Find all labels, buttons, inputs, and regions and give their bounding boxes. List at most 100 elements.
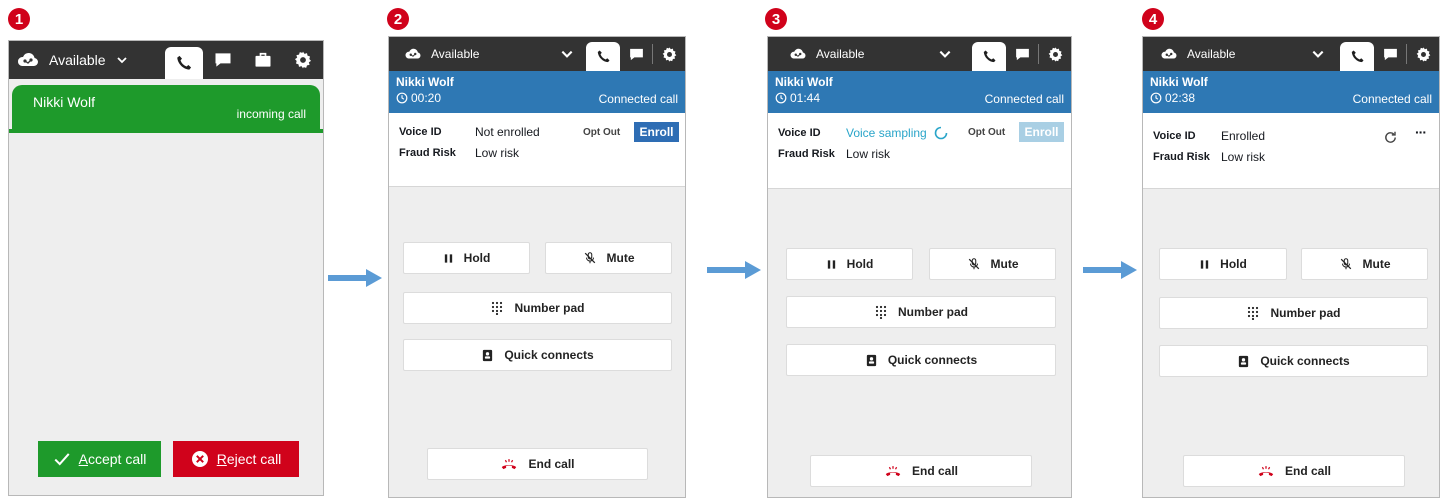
- more-icon[interactable]: ···: [1415, 124, 1427, 140]
- number-pad-button[interactable]: Number pad: [1159, 297, 1428, 329]
- phone-icon: [981, 48, 998, 65]
- contact-name: Nikki Wolf: [775, 75, 833, 89]
- chevron-down-icon: [560, 47, 574, 61]
- tab-chat[interactable]: [203, 41, 243, 79]
- tab-chat[interactable]: [1006, 37, 1038, 71]
- hold-label: Hold: [846, 257, 874, 271]
- hold-label: Hold: [1220, 257, 1247, 271]
- end-call-label: End call: [911, 464, 958, 478]
- incoming-call-bar[interactable]: Nikki Wolf incoming call: [9, 85, 323, 171]
- ccp-topbar: Available: [1143, 37, 1439, 71]
- tab-chat[interactable]: [1374, 37, 1406, 71]
- mute-label: Mute: [990, 257, 1019, 271]
- enroll-button[interactable]: Enroll: [634, 122, 679, 142]
- chat-icon: [628, 46, 645, 63]
- tab-phone[interactable]: [1340, 42, 1374, 71]
- quick-connects-button[interactable]: Quick connects: [786, 344, 1056, 376]
- cloud-status-icon: [403, 45, 423, 63]
- status-selector[interactable]: Available: [9, 41, 128, 79]
- refresh-icon[interactable]: [1383, 130, 1398, 145]
- hold-label: Hold: [463, 251, 491, 265]
- flow-arrow-icon: [707, 260, 761, 280]
- quick-connects-label: Quick connects: [504, 348, 594, 362]
- enroll-button[interactable]: Enroll: [1019, 122, 1064, 142]
- voice-id-label: Voice ID: [1153, 130, 1196, 142]
- call-state: Connected call: [598, 92, 678, 106]
- fraud-risk-value: Low risk: [1221, 150, 1266, 164]
- chevron-down-icon: [1311, 47, 1325, 61]
- briefcase-icon: [253, 50, 273, 70]
- tab-phone[interactable]: [586, 42, 620, 71]
- call-timer-value: 02:38: [1165, 91, 1196, 105]
- end-call-button[interactable]: End call: [427, 448, 648, 480]
- step-badge-2: 2: [387, 8, 409, 30]
- tab-chat[interactable]: [620, 37, 652, 71]
- voice-id-row: Voice ID Not enrolled: [399, 125, 540, 139]
- chat-icon: [1382, 46, 1399, 63]
- quick-connects-button[interactable]: Quick connects: [403, 339, 672, 371]
- status-label: Available: [1187, 47, 1236, 61]
- cloud-status-icon: [1159, 45, 1179, 63]
- accept-call-label: Accept call: [78, 451, 147, 467]
- status-label: Available: [49, 52, 106, 68]
- mute-button[interactable]: Mute: [1301, 248, 1428, 280]
- voice-id-row: Voice ID Enrolled: [1153, 129, 1265, 143]
- status-selector[interactable]: Available: [1143, 37, 1325, 71]
- tab-phone[interactable]: [165, 47, 203, 79]
- voice-id-status: Enrolled: [1221, 129, 1266, 143]
- quick-connects-button[interactable]: Quick connects: [1159, 345, 1428, 377]
- ccp-panel-incoming: Available Nikki Wolf incoming call Accep…: [8, 40, 324, 496]
- hold-button[interactable]: Hold: [786, 248, 913, 280]
- contacts-book-icon: [865, 354, 878, 367]
- ccp-panel-voice-sampling: Available Nikki Wolf 01:44 Connected cal…: [767, 36, 1072, 498]
- call-timer: 01:44: [775, 91, 820, 105]
- cloud-status-icon: [15, 48, 41, 72]
- check-icon: [53, 450, 71, 468]
- status-label: Available: [816, 47, 865, 61]
- number-pad-button[interactable]: Number pad: [786, 296, 1056, 328]
- pause-icon: [1199, 259, 1210, 270]
- opt-out-link[interactable]: Opt Out: [583, 127, 620, 138]
- tab-settings[interactable]: [653, 37, 685, 71]
- mute-button[interactable]: Mute: [545, 242, 672, 274]
- incoming-underline: [9, 129, 323, 133]
- status-selector[interactable]: Available: [389, 37, 574, 71]
- phone-icon: [595, 48, 612, 65]
- number-pad-button[interactable]: Number pad: [403, 292, 672, 324]
- chat-icon: [1014, 46, 1031, 63]
- step-badge-3: 3: [765, 8, 787, 30]
- end-call-button[interactable]: End call: [1183, 455, 1405, 487]
- tab-settings[interactable]: [283, 41, 323, 79]
- pause-icon: [443, 253, 454, 264]
- mute-button[interactable]: Mute: [929, 248, 1056, 280]
- chevron-down-icon: [116, 54, 128, 66]
- contact-name: Nikki Wolf: [1150, 75, 1208, 89]
- tab-settings[interactable]: [1407, 37, 1439, 71]
- end-call-button[interactable]: End call: [810, 455, 1032, 487]
- number-pad-label: Number pad: [897, 305, 968, 319]
- gear-icon: [1415, 46, 1432, 63]
- contacts-book-icon: [1237, 355, 1250, 368]
- contact-name: Nikki Wolf: [33, 94, 95, 110]
- end-call-label: End call: [528, 457, 575, 471]
- mute-label: Mute: [606, 251, 635, 265]
- fraud-risk-row: Fraud Risk Low risk: [778, 147, 890, 161]
- hold-button[interactable]: Hold: [403, 242, 530, 274]
- tab-settings[interactable]: [1039, 37, 1071, 71]
- ccp-topbar: Available: [389, 37, 685, 71]
- ccp-topbar: Available: [768, 37, 1071, 71]
- tab-tasks[interactable]: [243, 41, 283, 79]
- voice-id-status: Not enrolled: [475, 125, 540, 139]
- tab-phone[interactable]: [972, 42, 1006, 71]
- call-state: Connected call: [984, 92, 1064, 106]
- contact-header: Nikki Wolf 01:44 Connected call: [768, 71, 1071, 113]
- hold-button[interactable]: Hold: [1159, 248, 1287, 280]
- reject-call-button[interactable]: Reject call: [173, 441, 299, 477]
- opt-out-link[interactable]: Opt Out: [968, 127, 1005, 138]
- keypad-icon: [874, 305, 888, 319]
- status-selector[interactable]: Available: [768, 37, 952, 71]
- accept-call-button[interactable]: Accept call: [38, 441, 161, 477]
- contact-header: Nikki Wolf 02:38 Connected call: [1143, 71, 1439, 113]
- end-call-icon: [1257, 465, 1275, 478]
- ccp-topbar: Available: [9, 41, 323, 79]
